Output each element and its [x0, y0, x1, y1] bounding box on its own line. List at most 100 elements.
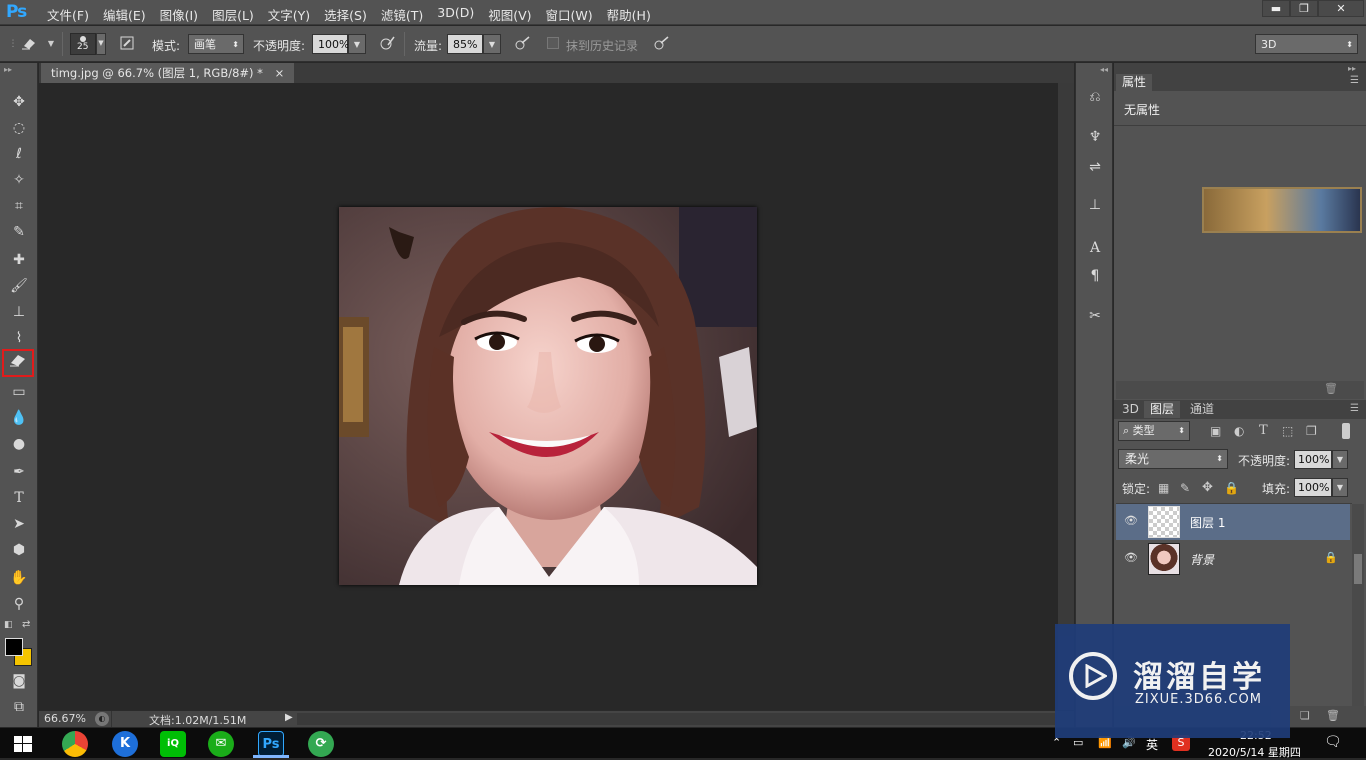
collapse-toolbar-icon[interactable]: ▸▸	[4, 65, 12, 74]
tab-layers[interactable]: 图层	[1144, 401, 1181, 418]
layers-menu-icon[interactable]: ☰	[1350, 403, 1359, 414]
lock-all-icon[interactable]: 🔒	[1224, 481, 1239, 495]
tab-properties[interactable]: 属性	[1116, 74, 1153, 91]
horizontal-scrollbar[interactable]	[297, 713, 1057, 725]
filter-smart-object-icon[interactable]: ❐	[1306, 424, 1317, 438]
history-brush-tool-icon[interactable]: ⌇	[5, 327, 33, 349]
brush-tool-icon[interactable]: 🖌	[5, 275, 33, 297]
foreground-color-swatch[interactable]	[5, 638, 23, 656]
menu-layer[interactable]: 图层(L)	[205, 5, 261, 24]
minimize-button[interactable]: ▬	[1262, 0, 1290, 17]
clone-stamp-tool-icon[interactable]: ⊥	[5, 301, 33, 323]
close-document-icon[interactable]: ×	[275, 66, 285, 80]
flow-input[interactable]: 85%	[447, 34, 483, 54]
vertical-scrollbar[interactable]	[1058, 83, 1074, 710]
marquee-tool-icon[interactable]: ◌	[5, 117, 33, 139]
layer-name[interactable]: 图层 1	[1190, 514, 1225, 531]
paragraph-panel-icon[interactable]: ¶	[1085, 266, 1105, 286]
pressure-size-icon[interactable]	[652, 35, 670, 53]
swap-colors-icon[interactable]: ⇄	[22, 619, 30, 630]
default-colors-icon[interactable]: ◧	[4, 620, 13, 630]
menu-edit[interactable]: 编辑(E)	[96, 5, 153, 24]
ime-indicator[interactable]: 英	[1146, 736, 1158, 753]
status-info-icon[interactable]: ◐	[95, 712, 109, 726]
windows-start-icon[interactable]	[14, 736, 32, 752]
dodge-tool-icon[interactable]: ●	[5, 433, 33, 455]
chrome-icon[interactable]	[62, 731, 88, 757]
fill-input[interactable]: 100%	[1294, 478, 1332, 497]
menu-3d[interactable]: 3D(D)	[430, 5, 481, 24]
visibility-eye-icon[interactable]: 👁	[1124, 514, 1138, 527]
close-window-button[interactable]: ✕	[1318, 0, 1364, 17]
brush-panel-icon[interactable]	[118, 35, 136, 53]
iqiyi-icon[interactable]: iQ	[160, 731, 186, 757]
brush-presets-icon[interactable]: ♆	[1085, 127, 1105, 147]
flow-dropdown[interactable]: ▼	[483, 34, 501, 54]
menu-filter[interactable]: 滤镜(T)	[374, 5, 430, 24]
layer-row-background[interactable]: 👁 背景 🔒	[1116, 541, 1350, 577]
mode-select[interactable]: 画笔 ⬍	[188, 34, 244, 54]
layer-opacity-input[interactable]: 100%	[1294, 450, 1332, 469]
opacity-dropdown[interactable]: ▼	[348, 34, 366, 54]
crop-tool-icon[interactable]: ⌗	[5, 195, 33, 217]
menu-type[interactable]: 文字(Y)	[261, 5, 317, 24]
erase-history-checkbox[interactable]	[547, 37, 559, 49]
notification-icon[interactable]: 🗨	[1324, 734, 1342, 750]
zoom-tool-icon[interactable]: ⚲	[5, 593, 33, 615]
clone-source-icon[interactable]: ⊥	[1085, 195, 1105, 215]
airbrush-icon[interactable]	[513, 35, 531, 53]
healing-brush-tool-icon[interactable]: ✚	[5, 249, 33, 271]
document-image[interactable]	[339, 207, 757, 585]
eraser-preset-icon[interactable]	[20, 35, 38, 53]
shape-tool-icon[interactable]: ⬢	[5, 539, 33, 561]
filter-type-icon[interactable]: T	[1259, 423, 1268, 438]
workspace-select[interactable]: 3D ⬍	[1255, 34, 1358, 54]
lock-transparent-icon[interactable]: ▦	[1158, 481, 1169, 495]
tab-channels[interactable]: 通道	[1184, 401, 1220, 418]
kugou-icon[interactable]: K	[112, 731, 138, 757]
layer-row-layer-1[interactable]: 👁 图层 1	[1116, 504, 1350, 540]
layer-opacity-dropdown[interactable]: ▼	[1332, 450, 1348, 469]
filter-pixel-icon[interactable]: ▣	[1210, 424, 1221, 438]
blur-tool-icon[interactable]: 💧	[5, 407, 33, 429]
menu-image[interactable]: 图像(I)	[153, 5, 205, 24]
fill-dropdown[interactable]: ▼	[1332, 478, 1348, 497]
new-layer-icon[interactable]: ❏	[1300, 709, 1310, 722]
brush-size-dropdown[interactable]: ▼	[96, 33, 106, 55]
path-selection-tool-icon[interactable]: ➤	[5, 513, 33, 535]
lasso-tool-icon[interactable]: ℓ	[5, 143, 33, 165]
layers-scroll-thumb[interactable]	[1354, 554, 1362, 584]
zoom-level[interactable]: 66.67%	[44, 712, 86, 725]
refresh-app-icon[interactable]: ⟳	[308, 731, 334, 757]
document-tab[interactable]: timg.jpg @ 66.7% (图层 1, RGB/8#) * ×	[41, 63, 295, 83]
filter-adjustment-icon[interactable]: ◐	[1234, 424, 1244, 438]
menu-view[interactable]: 视图(V)	[481, 5, 538, 24]
visibility-eye-icon[interactable]: 👁	[1124, 551, 1138, 564]
adjustments-icon[interactable]: ⇌	[1085, 157, 1105, 177]
screen-mode-icon[interactable]: ⧉	[5, 696, 33, 718]
blend-mode-select[interactable]: 柔光 ⬍	[1118, 449, 1228, 469]
filter-toggle-switch[interactable]	[1342, 423, 1350, 439]
menu-select[interactable]: 选择(S)	[317, 5, 374, 24]
type-tool-icon[interactable]: T	[5, 487, 33, 509]
menu-window[interactable]: 窗口(W)	[539, 5, 600, 24]
collapse-dock-icon[interactable]: ◂◂	[1100, 65, 1108, 74]
status-arrow-icon[interactable]: ▶	[285, 712, 293, 723]
layer-filter-select[interactable]: ⌕ 类型 ⬍	[1118, 421, 1190, 441]
pen-tool-icon[interactable]: ✒	[5, 461, 33, 483]
hand-tool-icon[interactable]: ✋	[5, 567, 33, 589]
photoshop-taskbar-icon[interactable]: Ps	[258, 731, 284, 757]
magic-wand-tool-icon[interactable]: ✧	[5, 169, 33, 191]
restore-button[interactable]: ❐	[1290, 0, 1318, 17]
layer-name[interactable]: 背景	[1190, 551, 1214, 568]
history-panel-icon[interactable]: ⎌	[1085, 87, 1105, 107]
opacity-input[interactable]: 100%	[312, 34, 349, 54]
brush-size-picker[interactable]: 25	[70, 33, 96, 55]
eraser-tool-icon[interactable]	[2, 349, 34, 377]
quick-mask-icon[interactable]: ◙	[5, 670, 33, 692]
layers-scrollbar[interactable]	[1352, 504, 1364, 706]
menu-file[interactable]: 文件(F)	[40, 5, 96, 24]
tab-3d[interactable]: 3D	[1116, 401, 1145, 418]
delete-layer-icon[interactable]: 🗑	[1326, 709, 1340, 722]
gradient-tool-icon[interactable]: ▭	[5, 381, 33, 403]
